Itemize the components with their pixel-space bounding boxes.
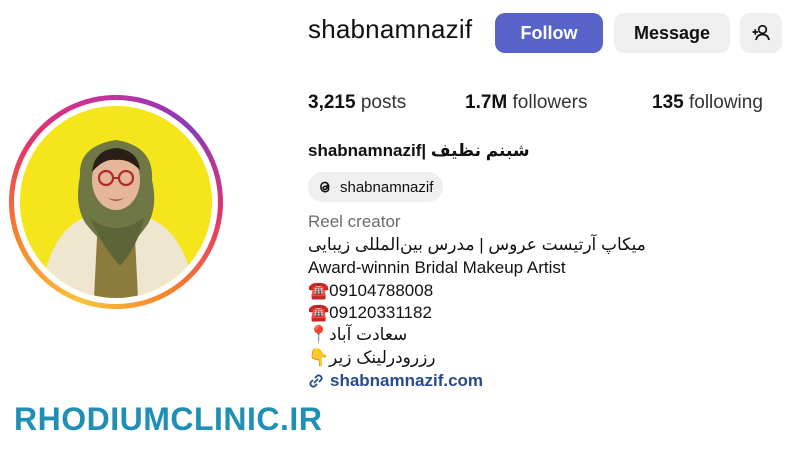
stat-posts: 3,215 posts [308, 92, 406, 114]
bio-line-title: میکاپ آرتیست عروس | مدرس بین‌المللی زیبا… [308, 235, 646, 254]
threads-badge[interactable]: shabnamnazif [308, 172, 444, 202]
website-link-text: shabnamnazif.com [330, 371, 484, 390]
threads-handle: shabnamnazif [340, 178, 434, 196]
follow-button[interactable]: Follow [495, 13, 603, 53]
avatar[interactable] [20, 106, 212, 298]
bio-line-reserve: 👇رزرودرلینک زیر [308, 348, 436, 367]
profile-category: Reel creator [308, 212, 401, 231]
stat-following[interactable]: 135 following [652, 92, 763, 114]
bio-line-phone-1: ☎️09104788008 [308, 281, 434, 300]
following-count: 135 [652, 92, 684, 113]
followers-label: followers [507, 92, 588, 113]
following-label: following [683, 92, 763, 113]
bio-line-award: Award-winnin Bridal Makeup Artist [308, 258, 566, 277]
profile-username: shabnamnazif [308, 14, 473, 44]
bio-line-location: 📍سعادت آباد [308, 325, 408, 344]
profile-full-name: shabnamnazif| شبنم نظیف [308, 141, 530, 160]
profile-website-link[interactable]: shabnamnazif.com [308, 371, 483, 391]
posts-label: posts [355, 92, 407, 113]
avatar-illustration [20, 106, 212, 298]
message-button[interactable]: Message [614, 13, 730, 53]
link-icon [309, 374, 323, 388]
posts-count: 3,215 [308, 92, 356, 113]
instagram-profile-page: shabnamnazif Follow Message 3,215 posts … [0, 0, 800, 450]
add-user-icon [752, 24, 770, 41]
followers-count: 1.7M [465, 92, 508, 113]
suggest-user-button[interactable] [740, 13, 782, 53]
bio-line-phone-2: ☎️09120331182 [308, 303, 432, 322]
story-ring[interactable] [9, 95, 223, 309]
threads-icon [320, 181, 330, 193]
watermark-text: RHODIUMCLINIC.IR [14, 401, 323, 437]
stat-followers[interactable]: 1.7M followers [465, 92, 588, 114]
